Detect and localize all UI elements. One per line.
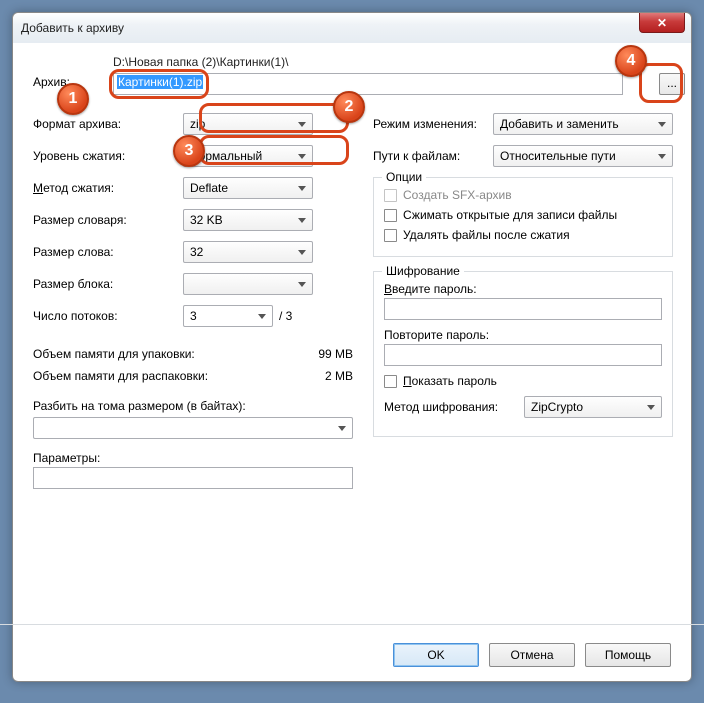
enc-method-combo[interactable]: ZipCrypto [524,396,662,418]
mode-value: Добавить и заменить [500,117,619,131]
mem-pack-label: Объем памяти для упаковки: [33,347,195,361]
params-input[interactable] [33,467,353,489]
chevron-down-icon [298,186,306,191]
mem-pack-value: 99 MB [318,347,353,361]
word-value: 32 [190,245,203,259]
shared-checkbox[interactable] [384,209,397,222]
annotation-marker-3: 3 [173,135,205,167]
mem-unpack-label: Объем памяти для распаковки: [33,369,208,383]
archive-filename-input[interactable]: Картинки(1).zip [113,73,623,95]
cancel-button[interactable]: Отмена [489,643,575,667]
enc-method-value: ZipCrypto [531,400,583,414]
browse-button[interactable]: ... [659,73,685,95]
right-column: Режим изменения: Добавить и заменить Пут… [373,113,673,437]
threads-max: / 3 [279,309,292,323]
dialog-window: Добавить к архиву ✕ Архив: D:\Новая папк… [12,12,692,682]
params-label: Параметры: [33,451,353,465]
chevron-down-icon [658,122,666,127]
method-combo[interactable]: Deflate [183,177,313,199]
block-combo[interactable] [183,273,313,295]
method-label: Метод сжатия: [33,181,183,195]
archive-filename-value: Картинки(1).zip [117,75,203,89]
format-label: Формат архива: [33,117,183,131]
chevron-down-icon [647,405,655,410]
titlebar: Добавить к архиву ✕ [13,13,691,43]
chevron-down-icon [298,250,306,255]
annotation-marker-4: 4 [615,45,647,77]
delete-label: Удалять файлы после сжатия [403,228,570,242]
threads-value: 3 [190,309,197,323]
format-combo[interactable]: zip [183,113,313,135]
annotation-marker-1: 1 [57,83,89,115]
ok-button[interactable]: OK [393,643,479,667]
pwd2-input[interactable] [384,344,662,366]
format-value: zip [190,117,205,131]
chevron-down-icon [298,282,306,287]
level-label: Уровень сжатия: [33,149,183,163]
divider [0,624,704,625]
enc-method-label: Метод шифрования: [384,400,524,414]
paths-value: Относительные пути [500,149,616,163]
window-title: Добавить к архиву [21,21,124,35]
dict-value: 32 KB [190,213,223,227]
threads-label: Число потоков: [33,309,183,323]
paths-combo[interactable]: Относительные пути [493,145,673,167]
options-title: Опции [382,170,426,184]
close-button[interactable]: ✕ [639,13,685,33]
chevron-down-icon [298,122,306,127]
pwd-label: Введите пароль: [384,282,662,296]
dialog-content: Архив: D:\Новая папка (2)\Картинки(1)\ К… [13,43,691,623]
delete-checkbox[interactable] [384,229,397,242]
close-icon: ✕ [657,16,667,30]
help-button[interactable]: Помощь [585,643,671,667]
threads-combo[interactable]: 3 [183,305,273,327]
mem-unpack-value: 2 MB [325,369,353,383]
chevron-down-icon [298,218,306,223]
dict-label: Размер словаря: [33,213,183,227]
split-combo[interactable] [33,417,353,439]
pwd2-label: Повторите пароль: [384,328,662,342]
mode-combo[interactable]: Добавить и заменить [493,113,673,135]
browse-label: ... [667,76,677,90]
pwd-input[interactable] [384,298,662,320]
dict-combo[interactable]: 32 KB [183,209,313,231]
left-column: Формат архива: zip Уровень сжатия: Норма… [33,113,353,497]
mode-label: Режим изменения: [373,117,493,131]
chevron-down-icon [258,314,266,319]
archive-path: D:\Новая папка (2)\Картинки(1)\ [113,55,288,69]
sfx-label: Создать SFX-архив [403,188,512,202]
show-pwd-checkbox[interactable] [384,375,397,388]
encrypt-title: Шифрование [382,264,464,278]
options-group: Опции Создать SFX-архив Сжимать открытые… [373,177,673,257]
encrypt-group: Шифрование Введите пароль: Повторите пар… [373,271,673,437]
show-pwd-label: Показать пароль [403,374,497,388]
shared-label: Сжимать открытые для записи файлы [403,208,617,222]
word-combo[interactable]: 32 [183,241,313,263]
word-label: Размер слова: [33,245,183,259]
block-label: Размер блока: [33,277,183,291]
annotation-marker-2: 2 [333,91,365,123]
split-label: Разбить на тома размером (в байтах): [33,399,353,413]
chevron-down-icon [298,154,306,159]
sfx-checkbox [384,189,397,202]
method-value: Deflate [190,181,228,195]
paths-label: Пути к файлам: [373,149,493,163]
button-bar: OK Отмена Помощь [393,643,671,667]
chevron-down-icon [658,154,666,159]
chevron-down-icon [338,426,346,431]
